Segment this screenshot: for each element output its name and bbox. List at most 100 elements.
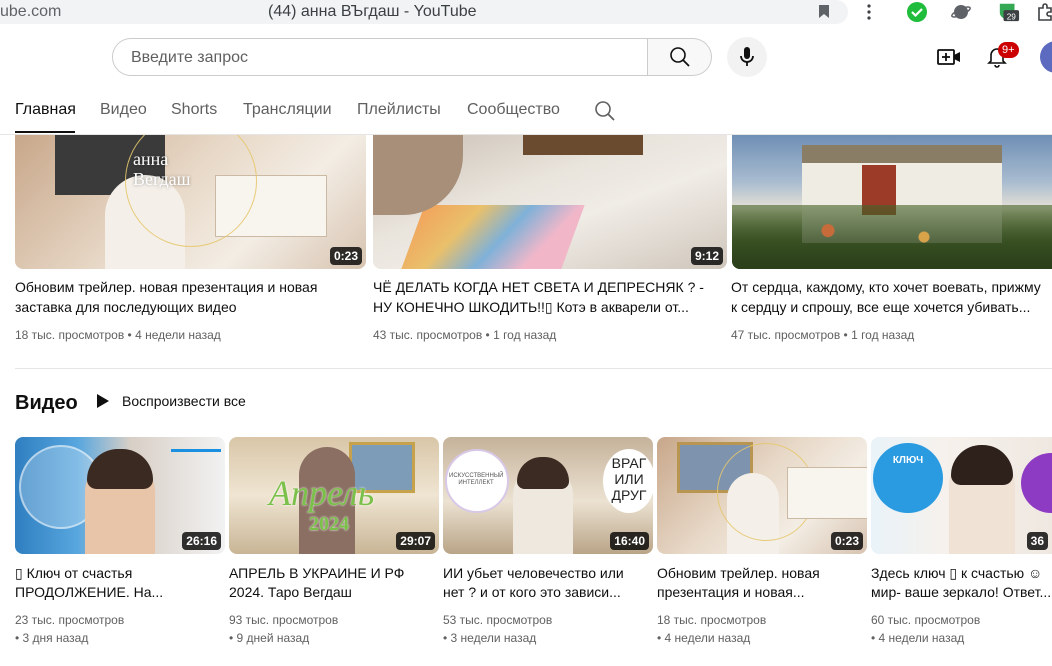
- video-age: • 9 дней назад: [229, 631, 310, 645]
- thumbnail-overlay-text: КЛЮЧ: [892, 455, 924, 466]
- notifications-badge: 9+: [998, 42, 1019, 58]
- search-box: [112, 38, 648, 76]
- voice-search-button[interactable]: [727, 37, 767, 77]
- video-thumbnail[interactable]: анна Вегдаш 0:23: [15, 135, 366, 269]
- duration-badge: 0:23: [329, 247, 362, 265]
- video-meta: 47 тыс. просмотров • 1 год назад: [731, 328, 915, 342]
- duration-badge: 16:40: [610, 532, 649, 550]
- video-thumbnail[interactable]: КЛЮЧ 36: [871, 437, 1052, 554]
- ai-label: ИСКУССТВЕННЫЙ ИНТЕЛЛЕКТ: [449, 473, 504, 486]
- channel-search-button[interactable]: [594, 100, 616, 127]
- flowers: [732, 205, 1052, 269]
- video-thumbnail[interactable]: 0:23: [657, 437, 867, 554]
- video-thumbnail[interactable]: 9:12: [373, 135, 727, 269]
- video-title[interactable]: Обновим трейлер. новая: [657, 563, 867, 583]
- play-all-button[interactable]: Воспроизвести все: [96, 393, 246, 409]
- play-all-label: Воспроизвести все: [122, 393, 246, 409]
- hair: [517, 457, 569, 489]
- video-title[interactable]: АПРЕЛЬ В УКРАИНЕ И РФ: [229, 563, 439, 583]
- channel-tabs: Главная Видео Shorts Трансляции Плейлист…: [0, 86, 1052, 135]
- video-age: • 3 недели назад: [443, 631, 537, 645]
- puzzle-extension-icon[interactable]: [1034, 2, 1052, 22]
- video-title[interactable]: ЧЁ ДЕЛАТЬ КОГДА НЕТ СВЕТА И ДЕПРЕСНЯК ? …: [373, 277, 727, 297]
- purple-circle: [1021, 453, 1052, 513]
- play-icon: [97, 394, 109, 408]
- video-meta: 18 тыс. просмотров • 4 недели назад: [15, 328, 221, 342]
- video-title[interactable]: От сердца, каждому, кто хочет воевать, п…: [731, 277, 1052, 297]
- avatar[interactable]: К: [1040, 41, 1052, 73]
- search-icon: [595, 101, 615, 121]
- url-text: ube.com: [0, 3, 62, 20]
- tab-videos[interactable]: Видео: [100, 101, 147, 119]
- planet-extension-icon[interactable]: [950, 2, 972, 22]
- duration-badge: 29:07: [396, 532, 435, 550]
- video-age: • 3 дня назад: [15, 631, 89, 645]
- hair: [87, 449, 153, 489]
- create-video-button[interactable]: [934, 42, 964, 72]
- video-views: 18 тыс. просмотров: [657, 613, 767, 627]
- key-circle: [873, 443, 943, 513]
- section-divider: [15, 368, 1052, 369]
- decor: [523, 135, 643, 155]
- person-figure: [373, 135, 463, 215]
- video-age: • 4 недели назад: [657, 631, 751, 645]
- shield-extension-icon[interactable]: 29: [998, 2, 1020, 22]
- video-thumbnail[interactable]: [732, 135, 1052, 269]
- video-title[interactable]: ▯ Ключ от счастья: [15, 563, 225, 583]
- video-thumbnail[interactable]: 26:16: [15, 437, 225, 554]
- tab-playlists[interactable]: Плейлисты: [357, 101, 441, 119]
- search-button[interactable]: [648, 38, 712, 76]
- video-title-line2[interactable]: НУ КОНЕЧНО ШКОДИТЬ!!▯ Котэ в акварели от…: [373, 297, 727, 317]
- overlay-line-1: ВРАГ: [611, 455, 647, 471]
- tab-home[interactable]: Главная: [15, 101, 76, 119]
- hair: [951, 445, 1013, 485]
- video-views: 23 тыс. просмотров: [15, 613, 125, 627]
- tab-live[interactable]: Трансляции: [243, 101, 332, 119]
- video-views: 93 тыс. просмотров: [229, 613, 339, 627]
- check-extension-icon[interactable]: [906, 2, 928, 22]
- video-age: • 4 недели назад: [871, 631, 965, 645]
- video-title-line2[interactable]: 2024. Таро Вегдаш: [229, 582, 439, 602]
- video-thumbnail[interactable]: Апрель 2024 29:07: [229, 437, 439, 554]
- mic-icon: [740, 47, 754, 66]
- duration-badge: 0:23: [830, 532, 863, 550]
- video-title[interactable]: Обновим трейлер. новая презентация и нов…: [15, 277, 366, 297]
- bookmark-icon[interactable]: [818, 4, 830, 19]
- thumbnail-overlay-text: ВРАГ ИЛИ ДРУГ: [606, 455, 652, 503]
- overlay-line-3: ДРУГ: [611, 487, 647, 503]
- thumbnail-overlay-text: [167, 447, 225, 527]
- video-title-line2[interactable]: заставка для последующих видео: [15, 297, 366, 317]
- create-video-icon: [937, 49, 960, 65]
- watercolor-painting: [401, 205, 585, 269]
- tab-shorts[interactable]: Shorts: [171, 101, 217, 119]
- duration-badge: 36: [1026, 532, 1048, 550]
- video-title-line2[interactable]: нет ? и от кого это зависи...: [443, 582, 653, 602]
- address-bar[interactable]: ube.com (44) анна ВЪгдаш - YouTube: [0, 0, 848, 24]
- video-title-line2[interactable]: презентация и новая...: [657, 582, 867, 602]
- more-menu-icon[interactable]: [858, 2, 880, 22]
- thumbnail-overlay-year: 2024: [309, 513, 349, 535]
- duration-badge: 26:16: [182, 532, 221, 550]
- page-title: (44) анна ВЪгдаш - YouTube: [268, 3, 477, 20]
- video-title-line2[interactable]: ПРОДОЛЖЕНИЕ. На...: [15, 582, 225, 602]
- video-title[interactable]: Здесь ключ ▯ к счастью ☺: [871, 563, 1052, 583]
- video-views: 53 тыс. просмотров: [443, 613, 553, 627]
- search-icon: [669, 47, 690, 67]
- video-thumbnail[interactable]: ИСКУССТВЕННЫЙ ИНТЕЛЛЕКТ ВРАГ ИЛИ ДРУГ 16…: [443, 437, 653, 554]
- video-title-line2[interactable]: мир- ваше зеркало! Ответ...: [871, 582, 1052, 602]
- ext-badge-count: 29: [1007, 12, 1017, 21]
- thumbnail-overlay-title: Апрель: [269, 473, 375, 513]
- video-views: 60 тыс. просмотров: [871, 613, 981, 627]
- video-meta: 43 тыс. просмотров • 1 год назад: [373, 328, 557, 342]
- search-input[interactable]: [129, 48, 633, 68]
- video-title-line2[interactable]: к сердцу и спрошу, все еще хочется убива…: [731, 297, 1052, 317]
- overlay-line-2: ИЛИ: [614, 471, 644, 487]
- dresser: [787, 467, 867, 519]
- section-title: Видео: [15, 392, 78, 414]
- active-tab-indicator: [15, 131, 75, 133]
- duration-badge: 9:12: [690, 247, 723, 265]
- browser-toolbar: ube.com (44) анна ВЪгдаш - YouTube 29: [0, 0, 1052, 26]
- thumbnail-overlay-text: анна Вегдаш: [133, 149, 191, 189]
- tab-community[interactable]: Сообщество: [467, 101, 560, 119]
- video-title[interactable]: ИИ убьет человечество или: [443, 563, 653, 583]
